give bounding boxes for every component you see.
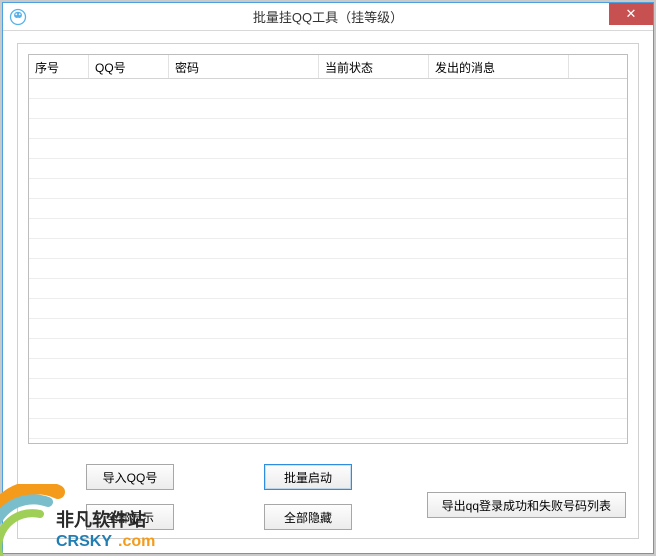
table-row[interactable] bbox=[29, 139, 627, 159]
table-row[interactable] bbox=[29, 79, 627, 99]
col-seq[interactable]: 序号 bbox=[29, 55, 89, 78]
export-list-button[interactable]: 导出qq登录成功和失败号码列表 bbox=[427, 492, 626, 518]
app-icon bbox=[9, 8, 27, 26]
table-row[interactable] bbox=[29, 239, 627, 259]
table-row[interactable] bbox=[29, 259, 627, 279]
table-row[interactable] bbox=[29, 359, 627, 379]
button-label: 导入QQ号 bbox=[103, 469, 158, 486]
col-pwd[interactable]: 密码 bbox=[169, 55, 319, 78]
table-row[interactable] bbox=[29, 379, 627, 399]
table-row[interactable] bbox=[29, 199, 627, 219]
close-button[interactable]: ✕ bbox=[609, 3, 653, 25]
col-tail bbox=[569, 55, 627, 78]
accounts-table[interactable]: 序号 QQ号 密码 当前状态 发出的消息 bbox=[28, 54, 628, 444]
window-title: 批量挂QQ工具（挂等级） bbox=[253, 7, 403, 26]
table-row[interactable] bbox=[29, 99, 627, 119]
table-row[interactable] bbox=[29, 279, 627, 299]
table-row[interactable] bbox=[29, 319, 627, 339]
table-row[interactable] bbox=[29, 219, 627, 239]
table-row[interactable] bbox=[29, 339, 627, 359]
col-qq[interactable]: QQ号 bbox=[89, 55, 169, 78]
table-body bbox=[29, 79, 627, 443]
show-all-button[interactable]: 全部显示 bbox=[86, 504, 174, 530]
table-header: 序号 QQ号 密码 当前状态 发出的消息 bbox=[29, 55, 627, 79]
batch-start-button[interactable]: 批量启动 bbox=[264, 464, 352, 490]
client-area: 序号 QQ号 密码 当前状态 发出的消息 bbox=[17, 43, 639, 539]
col-msg[interactable]: 发出的消息 bbox=[429, 55, 569, 78]
app-window: 批量挂QQ工具（挂等级） ✕ 序号 QQ号 密码 当前状态 发出的消息 bbox=[2, 2, 654, 554]
button-label: 导出qq登录成功和失败号码列表 bbox=[442, 497, 611, 514]
button-label: 全部显示 bbox=[106, 509, 154, 526]
hide-all-button[interactable]: 全部隐藏 bbox=[264, 504, 352, 530]
table-row[interactable] bbox=[29, 299, 627, 319]
col-status[interactable]: 当前状态 bbox=[319, 55, 429, 78]
button-label: 全部隐藏 bbox=[284, 509, 332, 526]
table-row[interactable] bbox=[29, 399, 627, 419]
table-row[interactable] bbox=[29, 119, 627, 139]
import-qq-button[interactable]: 导入QQ号 bbox=[86, 464, 174, 490]
close-icon: ✕ bbox=[626, 6, 637, 22]
titlebar: 批量挂QQ工具（挂等级） ✕ bbox=[3, 3, 653, 31]
table-row[interactable] bbox=[29, 179, 627, 199]
table-row[interactable] bbox=[29, 159, 627, 179]
table-row[interactable] bbox=[29, 419, 627, 439]
button-label: 批量启动 bbox=[284, 469, 332, 486]
